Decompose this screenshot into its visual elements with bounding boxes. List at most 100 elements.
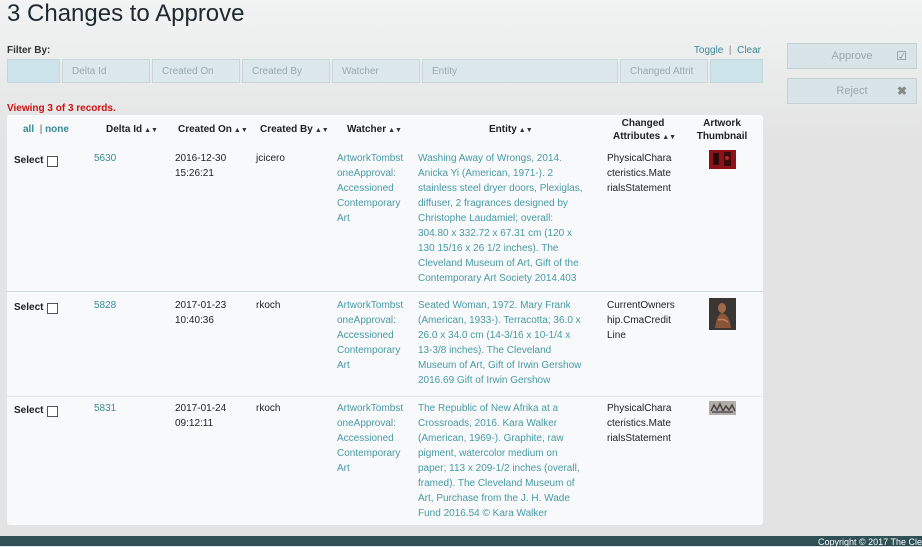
toggle-link[interactable]: Toggle xyxy=(694,45,723,56)
reject-button[interactable]: Reject ✖ xyxy=(787,78,917,104)
header-thumbnail-label: Thumbnail xyxy=(696,131,748,142)
attr-line: rialsStatement xyxy=(607,183,671,194)
entity-line: framed). The Cleveland Museum of xyxy=(418,478,575,489)
watcher[interactable]: ArtworkTombst oneApproval: Accessioned C… xyxy=(337,151,409,226)
entity-line: 26.0 x 34.0 cm (14-3/16 x 10-1/4 x xyxy=(418,330,571,341)
select-label: Select xyxy=(14,405,44,416)
artwork-thumbnail[interactable] xyxy=(709,401,736,415)
header-delta-id-label: Delta Id xyxy=(106,124,143,135)
created-on: 2016-12-30 15:26:21 xyxy=(175,151,226,181)
attr-line: cteristics.Mate xyxy=(607,168,671,179)
watcher-line: Accessioned xyxy=(337,183,394,194)
select-checkbox[interactable] xyxy=(47,303,59,314)
sort-arrows-icon: ▲▼ xyxy=(144,127,158,134)
header-created-on[interactable]: Created On ▲▼ xyxy=(178,124,248,135)
created-time: 09:12:11 xyxy=(175,418,214,429)
watcher-line: oneApproval: xyxy=(337,168,396,179)
created-by: rkoch xyxy=(256,300,281,311)
clear-link[interactable]: Clear xyxy=(737,45,761,56)
changed-attributes: PhysicalChara cteristics.Mate rialsState… xyxy=(607,151,679,196)
filter-select-box[interactable] xyxy=(7,59,60,83)
attr-line: hip.CmaCredit xyxy=(607,315,671,326)
entity-line: Washing Away of Wrongs, 2014. xyxy=(418,153,562,164)
header-created-by[interactable]: Created By ▲▼ xyxy=(260,124,329,135)
header-entity[interactable]: Entity ▲▼ xyxy=(489,124,533,135)
entity-line: Anicka Yi (American, 1971-). 2 xyxy=(418,168,554,179)
changed-attributes: CurrentOwners hip.CmaCredit Line xyxy=(607,298,679,343)
sort-arrows-icon: ▲▼ xyxy=(314,127,329,134)
watcher[interactable]: ArtworkTombst oneApproval: Accessioned C… xyxy=(337,298,409,373)
attr-line: PhysicalChara xyxy=(607,403,672,414)
checkbox-edit-icon: ☑ xyxy=(896,49,907,63)
entity-line: Art, Purchase from the J. H. Wade xyxy=(418,493,570,504)
select-label: Select xyxy=(14,302,44,313)
select-checkbox[interactable] xyxy=(47,406,59,417)
header-watcher-label: Watcher xyxy=(347,124,387,135)
filter-created-on[interactable]: Created On xyxy=(152,59,240,83)
watcher-line: ArtworkTombst xyxy=(337,403,404,414)
entity-description[interactable]: Washing Away of Wrongs, 2014. Anicka Yi … xyxy=(418,151,596,286)
entity-line: Fund 2016.54 © Kara Walker xyxy=(418,508,548,519)
created-date: 2017-01-24 xyxy=(175,403,227,414)
watcher[interactable]: ArtworkTombst oneApproval: Accessioned C… xyxy=(337,401,409,476)
select-all-link[interactable]: all xyxy=(23,124,34,135)
page-title: 3 Changes to Approve xyxy=(7,0,245,27)
header-created-on-label: Created On xyxy=(178,124,232,135)
row-select[interactable]: Select xyxy=(14,155,59,167)
attr-line: cteristics.Mate xyxy=(607,418,671,429)
artwork-thumbnail[interactable] xyxy=(709,298,736,330)
select-sep: | xyxy=(39,124,43,135)
header-created-by-label: Created By xyxy=(260,124,313,135)
created-on: 2017-01-24 09:12:11 xyxy=(175,401,226,431)
filter-delta-id[interactable]: Delta Id xyxy=(62,59,150,83)
entity-line: Christophe Laudamiel; overall: xyxy=(418,213,554,224)
filter-entity[interactable]: Entity xyxy=(422,59,618,83)
watcher-line: Art xyxy=(337,463,350,474)
changed-attributes: PhysicalChara cteristics.Mate rialsState… xyxy=(607,401,679,446)
header-delta-id[interactable]: Delta Id ▲▼ xyxy=(106,124,158,135)
link-separator: | xyxy=(728,45,732,56)
created-time: 10:40:36 xyxy=(175,315,214,326)
filter-changed-attributes[interactable]: Changed Attrit xyxy=(620,59,708,83)
watcher-line: Art xyxy=(337,213,350,224)
approve-button[interactable]: Approve ☑ xyxy=(787,43,917,69)
filter-created-by[interactable]: Created By xyxy=(242,59,330,83)
delta-id-link[interactable]: 5630 xyxy=(94,151,116,166)
delta-id-link[interactable]: 5828 xyxy=(94,298,116,313)
entity-line: Cleveland Museum of Art, Gift of the xyxy=(418,258,579,269)
entity-line: (American, 1969-). Graphite, raw xyxy=(418,433,564,444)
entity-line: Contemporary Art Society 2014.403 xyxy=(418,273,577,284)
watcher-line: Art xyxy=(337,360,350,371)
header-thumbnail: Artwork Thumbnail xyxy=(691,117,753,143)
entity-line: 304.80 x 332.72 x 67.31 cm (120 x xyxy=(418,228,572,239)
attr-line: Line xyxy=(607,330,626,341)
select-label: Select xyxy=(14,155,44,166)
entity-description[interactable]: The Republic of New Afrika at a Crossroa… xyxy=(418,401,596,521)
delta-id-link[interactable]: 5831 xyxy=(94,401,116,416)
entity-line: stainless steel dryer doors, Plexiglas, xyxy=(418,183,583,194)
header-attributes-label: Attributes xyxy=(613,131,661,142)
row-select[interactable]: Select xyxy=(14,405,59,417)
approve-label: Approve xyxy=(831,50,873,62)
header-changed-attributes[interactable]: Changed Attributes ▲▼ xyxy=(613,117,676,144)
entity-line: Museum of Art, Gift of Irwin Gershow xyxy=(418,360,582,371)
select-checkbox[interactable] xyxy=(47,156,59,167)
created-date: 2016-12-30 xyxy=(175,153,227,164)
changes-table: all | none Delta Id ▲▼ Created On ▲▼ Creat… xyxy=(7,115,763,525)
row-select[interactable]: Select xyxy=(14,302,59,314)
records-count: Viewing 3 of 3 records. xyxy=(7,103,116,114)
attr-line: CurrentOwners xyxy=(607,300,675,311)
header-watcher[interactable]: Watcher ▲▼ xyxy=(347,124,402,135)
filter-watcher[interactable]: Watcher xyxy=(332,59,420,83)
artwork-thumbnail[interactable] xyxy=(709,150,736,169)
header-changed-label: Changed xyxy=(621,118,665,129)
filter-thumbnail-box[interactable] xyxy=(710,59,763,83)
entity-description[interactable]: Seated Woman, 1972. Mary Frank (American… xyxy=(418,298,596,388)
sort-arrows-icon: ▲▼ xyxy=(233,127,248,134)
entity-line: (American, 1933-). Terracotta; 36.0 x xyxy=(418,315,581,326)
watcher-line: oneApproval: xyxy=(337,315,396,326)
entity-line: diffuser, 2 fragrances designed by xyxy=(418,198,568,209)
reject-label: Reject xyxy=(836,85,868,97)
select-none-link[interactable]: none xyxy=(45,124,69,135)
filter-label: Filter By: xyxy=(7,45,51,56)
